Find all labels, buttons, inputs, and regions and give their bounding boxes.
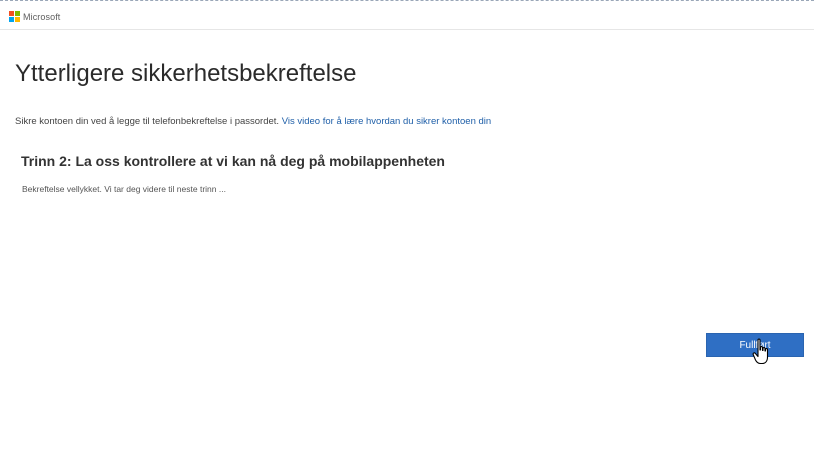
page-title: Ytterligere sikkerhetsbekreftelse [15,60,357,87]
logo-square-yellow [15,17,20,22]
logo-square-blue [9,17,14,22]
logo-square-green [15,11,20,16]
step-heading: Trinn 2: La oss kontrollere at vi kan nå… [21,153,445,169]
header-bar: Microsoft [0,2,814,30]
microsoft-brand: Microsoft [9,11,60,22]
microsoft-logo-icon [9,11,20,22]
intro-paragraph: Sikre kontoen din ved å legge til telefo… [15,116,491,127]
security-video-link[interactable]: Vis video for å lære hvordan du sikrer k… [282,116,491,127]
logo-square-red [9,11,14,16]
verification-status-text: Bekreftelse vellykket. Vi tar deg videre… [22,184,226,194]
page: Microsoft Ytterligere sikkerhetsbekrefte… [0,0,814,473]
intro-text: Sikre kontoen din ved å legge til telefo… [15,116,280,127]
window-top-border [0,0,814,1]
finish-button[interactable]: Fullført [706,333,804,357]
brand-name: Microsoft [23,11,61,22]
